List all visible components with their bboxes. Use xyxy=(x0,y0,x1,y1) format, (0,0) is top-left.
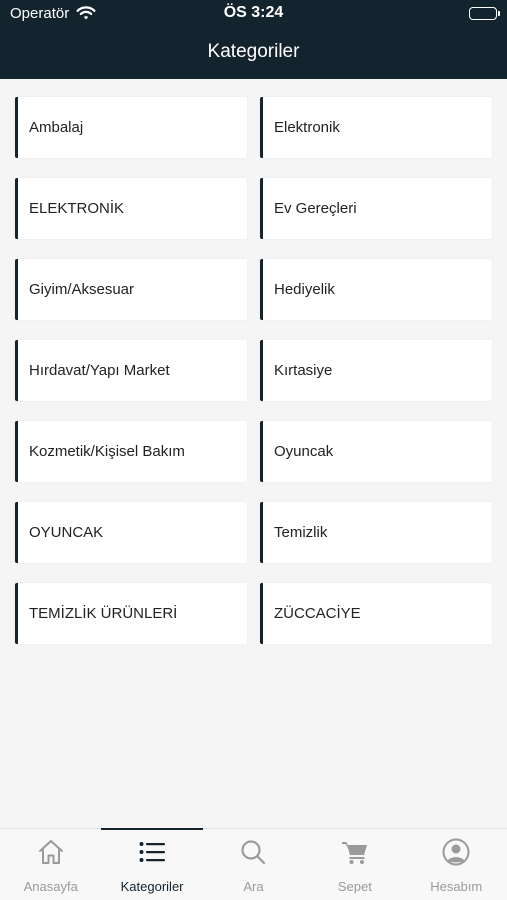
category-kirtasiye[interactable]: Kırtasiye xyxy=(260,340,492,401)
list-icon xyxy=(137,837,167,867)
category-elektronik-upper[interactable]: ELEKTRONİK xyxy=(15,178,247,239)
category-label: OYUNCAK xyxy=(29,524,104,541)
category-label: TEMİZLİK ÜRÜNLERİ xyxy=(29,605,178,622)
category-label: Elektronik xyxy=(274,119,340,136)
category-ev-gerecleri[interactable]: Ev Gereçleri xyxy=(260,178,492,239)
category-label: Temizlik xyxy=(274,524,328,541)
category-label: Oyuncak xyxy=(274,443,334,460)
category-label: Hediyelik xyxy=(274,281,335,298)
tab-hesabim[interactable]: Hesabım xyxy=(406,829,507,900)
status-bar: Operatör ÖS 3:24 xyxy=(0,0,507,28)
battery-icon xyxy=(469,7,500,20)
tab-label: Ara xyxy=(243,879,264,894)
tab-ara[interactable]: Ara xyxy=(203,829,304,900)
category-ambalaj[interactable]: Ambalaj xyxy=(15,97,247,158)
category-oyuncak[interactable]: Oyuncak xyxy=(260,421,492,482)
tab-anasayfa[interactable]: Anasayfa xyxy=(0,829,101,900)
category-label: ELEKTRONİK xyxy=(29,200,125,217)
category-hirdavat-yapi-market[interactable]: Hırdavat/Yapı Market xyxy=(15,340,247,401)
category-temizlik-urunleri[interactable]: TEMİZLİK ÜRÜNLERİ xyxy=(15,583,247,644)
navigation-header: Kategoriler xyxy=(0,28,507,79)
category-giyim-aksesuar[interactable]: Giyim/Aksesuar xyxy=(15,259,247,320)
category-grid: Ambalaj Elektronik ELEKTRONİK Ev Gereçle… xyxy=(15,97,492,644)
tab-label: Hesabım xyxy=(430,879,483,894)
category-zuccaciye[interactable]: ZÜCCACİYE xyxy=(260,583,492,644)
category-elektronik[interactable]: Elektronik xyxy=(260,97,492,158)
search-icon xyxy=(238,837,268,867)
tab-bar: Anasayfa Kategoriler Ara Sepet Hesabım xyxy=(0,828,507,900)
page-title: Kategoriler xyxy=(207,41,300,62)
tab-label: Kategoriler xyxy=(120,879,184,894)
category-label: Giyim/Aksesuar xyxy=(29,281,135,298)
category-label: Ambalaj xyxy=(29,119,84,136)
tab-kategoriler[interactable]: Kategoriler xyxy=(101,828,204,900)
tab-label: Anasayfa xyxy=(23,879,78,894)
status-time: ÖS 3:24 xyxy=(223,4,284,21)
tab-label: Sepet xyxy=(337,879,372,894)
home-icon xyxy=(36,837,66,867)
tab-sepet[interactable]: Sepet xyxy=(304,829,405,900)
account-icon xyxy=(441,837,471,867)
category-label: Hırdavat/Yapı Market xyxy=(29,362,170,379)
category-kozmetik-kisisel-bakim[interactable]: Kozmetik/Kişisel Bakım xyxy=(15,421,247,482)
category-label: Kozmetik/Kişisel Bakım xyxy=(29,443,185,460)
category-label: ZÜCCACİYE xyxy=(274,605,361,622)
category-temizlik[interactable]: Temizlik xyxy=(260,502,492,563)
category-label: Kırtasiye xyxy=(274,362,333,379)
cart-icon xyxy=(340,837,370,867)
category-label: Ev Gereçleri xyxy=(274,200,357,217)
category-oyuncak-upper[interactable]: OYUNCAK xyxy=(15,502,247,563)
category-hediyelik[interactable]: Hediyelik xyxy=(260,259,492,320)
